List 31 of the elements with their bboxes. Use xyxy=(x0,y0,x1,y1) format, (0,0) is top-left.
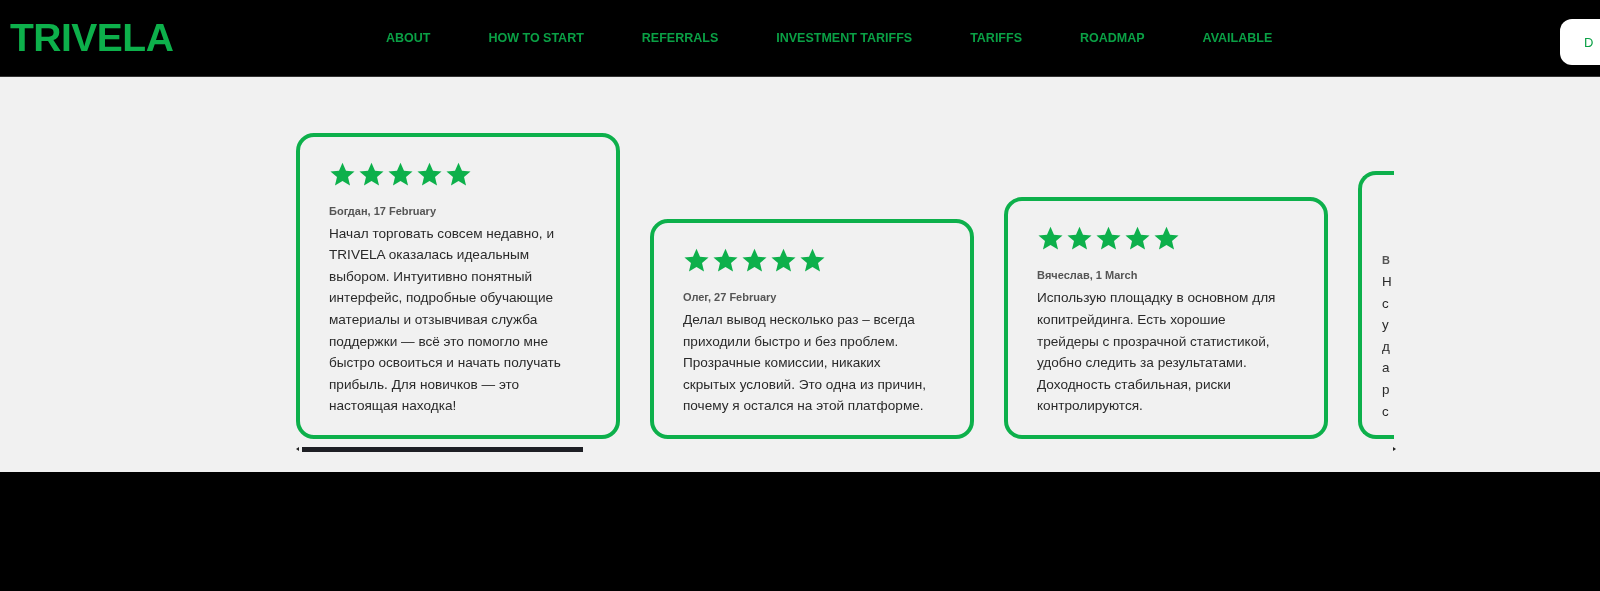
review-text: с xyxy=(1382,402,1390,421)
star-icon xyxy=(387,160,414,188)
review-author: Вячеслав, 1 March xyxy=(1037,269,1139,282)
review-text: у xyxy=(1382,316,1390,335)
star-icon xyxy=(416,160,443,188)
header-button[interactable]: D xyxy=(1560,19,1600,65)
nav-link[interactable]: HOW TO START xyxy=(488,31,584,45)
review-text: Н xyxy=(1382,273,1393,291)
nav-link[interactable]: INVESTMENT TARIFFS xyxy=(776,31,913,45)
review-author: Олег, 27 February xyxy=(683,291,778,304)
nav-link[interactable]: TARIFFS xyxy=(970,31,1022,45)
review-text: Начал торговать совсем недавно, и TRIVELA оказалась идеальным выбором. Интуитивно понятный интерфейс, подробные обучающие материалы и отзывчивая служба поддержки — всё это помогло мне быстро освоиться и начать получать прибыль. Для новичков — это настоящая находка! xyxy=(329,224,562,416)
review-author: В xyxy=(1382,254,1391,266)
scrollbar-thumb[interactable] xyxy=(302,446,583,452)
review-text: р xyxy=(1382,380,1391,399)
review-text: а xyxy=(1382,359,1391,378)
star-icon xyxy=(358,160,385,188)
review-text: Делал вывод несколько раз – всегда приходили быстро и без проблем. Прозрачные комиссии, никаких скрытых условий. Это одна из причин, почему я остался на этой платформе. xyxy=(683,311,927,416)
review-author: Богдан, 17 February xyxy=(329,204,437,217)
star-icon xyxy=(445,160,472,188)
review-text: д xyxy=(1382,337,1391,356)
nav-link[interactable]: ROADMAP xyxy=(1079,31,1145,45)
nav-link[interactable]: ABOUT xyxy=(386,31,431,45)
nav-link[interactable]: AVAILABLE xyxy=(1202,31,1273,45)
nav-link[interactable]: REFERRALS xyxy=(641,31,719,45)
scroll-right-icon[interactable] xyxy=(1393,447,1396,451)
review-text: с xyxy=(1382,294,1390,313)
review-text: Использую площадку в основном для копитрейдинга. Есть хорошие трейдеры с прозрачной статистикой, удобно следить за результатами. Доходность стабильная, риски контролируются. xyxy=(1037,289,1277,416)
scroll-left-icon[interactable] xyxy=(296,447,299,451)
star-icon xyxy=(329,160,356,188)
logo[interactable]: TRIVELA xyxy=(10,16,380,60)
